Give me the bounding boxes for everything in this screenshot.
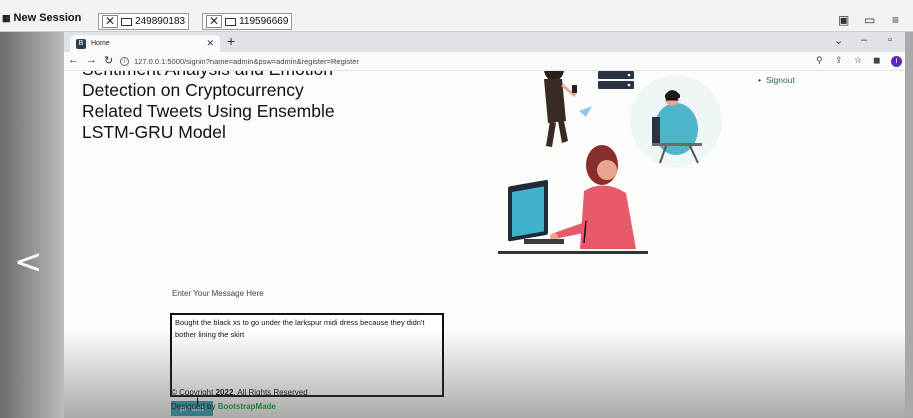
hero-illustration: [498, 71, 722, 254]
profile-avatar[interactable]: I: [891, 56, 902, 67]
minimize-icon[interactable]: –: [861, 34, 867, 46]
info-icon[interactable]: i: [120, 57, 129, 66]
tab-title: Home: [91, 40, 110, 47]
display-icon[interactable]: ▣: [838, 13, 849, 27]
tab-strip: B Home ✕ + ⌄ – ▫: [64, 32, 905, 52]
copyright-suffix: . All Rights Reserved: [233, 388, 308, 397]
message-label: Enter Your Message Here: [172, 289, 264, 298]
left-frame: <: [0, 32, 64, 418]
session-tab-2[interactable]: ✕ 119596669: [202, 13, 293, 30]
standing-person-figure: [544, 71, 578, 147]
designed-prefix: Designed by: [171, 402, 216, 411]
server-icon: [598, 71, 634, 89]
address-bar: ← → ↻ i 127.0.0.1:5000/signin?name=admin…: [64, 52, 905, 71]
session-tab-1[interactable]: ✕ 249890183: [98, 13, 190, 30]
title-line: Detection on Cryptocurrency: [82, 80, 304, 100]
browser-tab-home[interactable]: B Home ✕: [70, 35, 220, 52]
title-line: LSTM-GRU Model: [82, 122, 226, 142]
main-person-figure: [498, 145, 648, 254]
close-icon[interactable]: ✕: [206, 15, 223, 28]
extensions-icon[interactable]: ◼: [873, 55, 880, 66]
copyright-prefix: © Copyright: [171, 388, 214, 397]
maximize-icon[interactable]: ▫: [888, 34, 892, 46]
remote-worker-figure: [630, 75, 722, 167]
monitor-icon: [121, 17, 133, 26]
title-line: Sentiment Analysis and Emotion: [82, 71, 402, 80]
url-text: 127.0.0.1:5000/signin?name=admin&psw=adm…: [134, 57, 359, 66]
bootstrapmade-link[interactable]: BootstrapMade: [218, 402, 276, 411]
paper-plane-icon: [579, 106, 592, 117]
close-icon[interactable]: ✕: [102, 15, 119, 28]
back-chevron-icon[interactable]: <: [14, 242, 43, 282]
chevron-down-icon[interactable]: ⌄: [834, 34, 843, 47]
session-tab-id: 119596669: [239, 16, 289, 27]
new-tab-button[interactable]: +: [227, 33, 235, 49]
forward-icon[interactable]: →: [86, 54, 97, 66]
designed-by-text: Designed by BootstrapMade: [171, 402, 276, 411]
monitor-icon: [225, 17, 237, 26]
favicon-icon: B: [76, 38, 86, 49]
copyright-text: © Copyright 2022. All Rights Reserved: [171, 388, 308, 397]
page-content: Sentiment Analysis and Emotion Detection…: [64, 71, 905, 418]
session-label-text: New Session: [13, 12, 82, 24]
session-bar: ▦ New Session ✕ 249890183 ✕ 119596669 ▣ …: [0, 0, 913, 32]
session-tab-id: 249890183: [135, 16, 186, 27]
menu-icon[interactable]: ≡: [892, 13, 899, 27]
message-textarea[interactable]: Bought the black xs to go under the lark…: [170, 313, 444, 397]
browser-window: B Home ✕ + ⌄ – ▫ ← → ↻ i 127.0.0.1:5000/…: [64, 32, 905, 418]
page-title: Sentiment Analysis and Emotion Detection…: [82, 71, 402, 143]
reload-icon[interactable]: ↻: [104, 54, 113, 67]
zoom-icon[interactable]: ⚲: [816, 55, 823, 66]
session-icon: ▦: [2, 12, 11, 23]
back-icon[interactable]: ←: [68, 54, 79, 66]
signout-link[interactable]: Signout: [758, 75, 795, 85]
chat-icon[interactable]: ▭: [864, 13, 875, 27]
star-icon[interactable]: ☆: [854, 55, 862, 66]
copyright-year: 2022: [215, 388, 234, 397]
share-icon[interactable]: ⇪: [835, 55, 843, 66]
right-frame: [905, 32, 913, 418]
tab-close-icon[interactable]: ✕: [206, 38, 214, 49]
session-label[interactable]: ▦ New Session: [2, 12, 81, 24]
url-field[interactable]: i 127.0.0.1:5000/signin?name=admin&psw=a…: [120, 54, 800, 69]
title-line: Related Tweets Using Ensemble: [82, 101, 335, 121]
text-cursor-icon: I: [196, 396, 200, 408]
